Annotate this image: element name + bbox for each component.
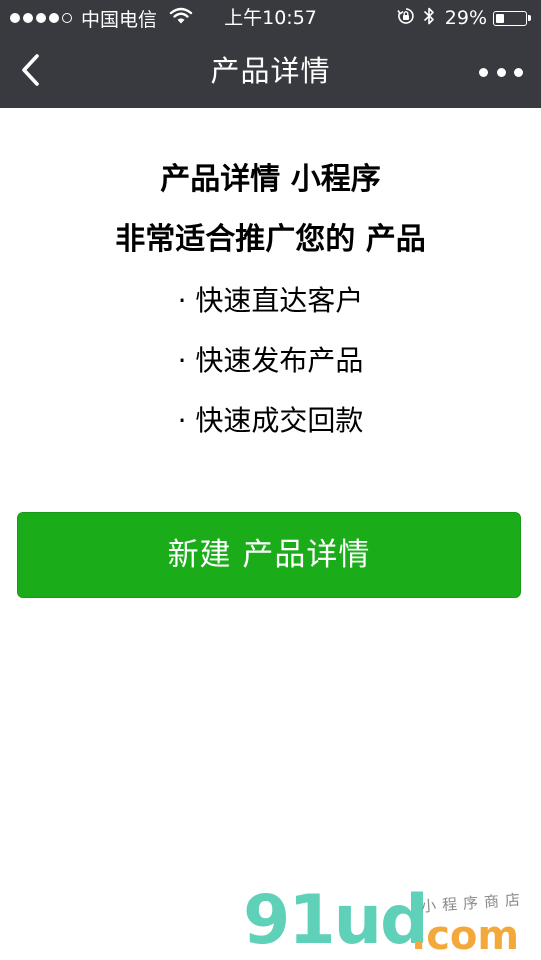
battery-fill (496, 13, 504, 23)
headline: 产品详情 小程序 (160, 162, 381, 197)
watermark-domain: .com (411, 913, 520, 959)
feature-item: · 快速发布产品 (177, 344, 364, 377)
rotation-lock-icon (397, 7, 415, 30)
bluetooth-icon (423, 6, 435, 31)
more-dot-icon (496, 67, 506, 77)
watermark: 91ud 小程序商店 .com (243, 881, 533, 960)
feature-item: · 快速成交回款 (177, 404, 364, 437)
page-title: 产品详情 (210, 54, 331, 88)
battery-tip (528, 15, 531, 21)
top-bar: 中国电信 上午10:57 29% 产品详情 (0, 0, 541, 108)
battery-percent: 29% (444, 7, 487, 29)
feature-item: · 快速直达客户 (177, 284, 364, 317)
battery-icon (493, 10, 527, 26)
status-bar: 中国电信 上午10:57 29% (0, 0, 541, 36)
more-options-button[interactable] (479, 58, 523, 86)
more-dot-icon (514, 67, 523, 77)
create-product-detail-button[interactable]: 新建 产品详情 (17, 512, 521, 598)
watermark-logo: 91ud (243, 881, 429, 960)
main-content: 产品详情 小程序 非常适合推广您的 产品 · 快速直达客户 · 快速发布产品 ·… (0, 108, 541, 438)
navigation-bar: 产品详情 (0, 36, 541, 108)
subheadline: 非常适合推广您的 产品 (115, 222, 426, 257)
more-dot-icon (479, 67, 488, 77)
status-right: 29% (397, 6, 531, 30)
